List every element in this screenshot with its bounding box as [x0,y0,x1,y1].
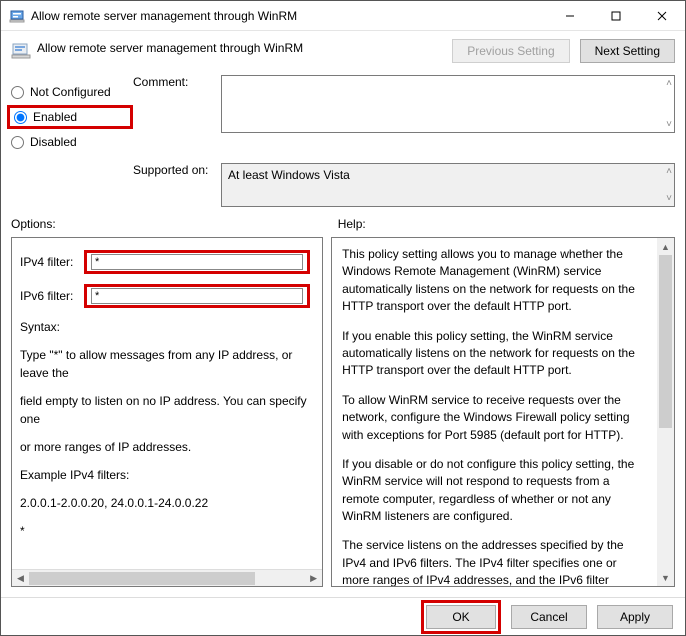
state-comment-row: Not Configured Enabled Disabled Comment:… [11,75,675,155]
scroll-up-icon[interactable]: ˄ [666,166,672,177]
scroll-down-icon[interactable]: ▼ [657,569,674,586]
ipv6-filter-value: * [91,288,303,304]
section-labels: Options: Help: [11,217,675,231]
hscroll-track[interactable] [29,570,305,587]
ipv4-filter-label: IPv4 filter: [20,253,78,271]
scroll-down-icon[interactable]: ˅ [666,193,672,204]
header-row: Allow remote server management through W… [11,39,675,63]
radio-not-configured[interactable]: Not Configured [11,79,133,105]
supported-textarea: At least Windows Vista ˄ ˅ [221,163,675,207]
close-button[interactable] [639,1,685,31]
help-pane: This policy setting allows you to manage… [331,237,675,587]
scroll-left-icon[interactable]: ◀ [12,570,29,587]
syntax-line1: Type "*" to allow messages from any IP a… [20,346,310,382]
ok-button[interactable]: OK [426,605,496,629]
ipv6-filter-row: IPv6 filter: * [20,284,310,308]
radio-disabled[interactable]: Disabled [11,129,133,155]
help-p3: To allow WinRM service to receive reques… [342,392,647,444]
radio-enabled[interactable]: Enabled [7,105,133,129]
dialog-body: Allow remote server management through W… [1,31,685,597]
apply-button[interactable]: Apply [597,605,673,629]
radio-disabled-label: Disabled [30,135,77,149]
comment-textarea[interactable]: ˄ ˅ [221,75,675,133]
panes: IPv4 filter: * IPv6 filter: * Syntax: Ty… [11,237,675,587]
scroll-down-icon[interactable]: ˅ [666,119,672,130]
comment-value [222,76,674,84]
minimize-button[interactable] [547,1,593,31]
scroll-right-icon[interactable]: ▶ [305,570,322,587]
supported-label: Supported on: [133,163,221,177]
titlebar: Allow remote server management through W… [1,1,685,31]
example-heading: Example IPv4 filters: [20,466,310,484]
syntax-line2: field empty to listen on no IP address. … [20,392,310,428]
ipv6-filter-label: IPv6 filter: [20,287,78,305]
ipv6-filter-input[interactable]: * [84,284,310,308]
example-star: * [20,522,310,540]
hscroll-thumb[interactable] [29,572,255,585]
scroll-up-icon[interactable]: ˄ [666,78,672,89]
supported-row: Supported on: At least Windows Vista ˄ ˅ [11,163,675,207]
radio-disabled-input[interactable] [11,136,24,149]
options-hscrollbar[interactable]: ◀ ▶ [12,569,322,586]
app-icon [9,8,25,24]
ok-highlight: OK [421,600,501,634]
syntax-heading: Syntax: [20,318,310,336]
help-p4: If you disable or do not configure this … [342,456,647,526]
example-value: 2.0.0.1-2.0.0.20, 24.0.0.1-24.0.0.22 [20,494,310,512]
previous-setting-button: Previous Setting [452,39,569,63]
vscroll-thumb[interactable] [659,255,672,428]
supported-value: At least Windows Vista [222,164,674,186]
comment-label: Comment: [133,75,221,89]
options-heading: Options: [11,217,330,231]
help-p1: This policy setting allows you to manage… [342,246,647,316]
radio-not-configured-label: Not Configured [30,85,111,99]
help-p2: If you enable this policy setting, the W… [342,328,647,380]
ipv4-filter-input[interactable]: * [84,250,310,274]
gpo-dialog-window: Allow remote server management through W… [0,0,686,636]
ipv4-filter-value: * [91,254,303,270]
radio-enabled-label: Enabled [33,110,77,124]
maximize-button[interactable] [593,1,639,31]
window-title: Allow remote server management through W… [31,9,547,23]
options-pane: IPv4 filter: * IPv6 filter: * Syntax: Ty… [11,237,323,587]
scroll-up-icon[interactable]: ▲ [657,238,674,255]
policy-title: Allow remote server management through W… [37,39,452,55]
help-content: This policy setting allows you to manage… [332,238,657,586]
help-p5: The service listens on the addresses spe… [342,537,647,586]
radio-not-configured-input[interactable] [11,86,24,99]
ipv4-filter-row: IPv4 filter: * [20,250,310,274]
policy-icon [11,41,31,61]
syntax-line3: or more ranges of IP addresses. [20,438,310,456]
next-setting-button[interactable]: Next Setting [580,39,675,63]
cancel-button[interactable]: Cancel [511,605,587,629]
vscroll-track[interactable] [657,255,674,569]
options-content: IPv4 filter: * IPv6 filter: * Syntax: Ty… [12,238,322,569]
help-heading: Help: [330,217,675,231]
dialog-footer: OK Cancel Apply [1,597,685,635]
radio-enabled-input[interactable] [14,111,27,124]
state-radios: Not Configured Enabled Disabled [11,75,133,155]
help-vscrollbar[interactable]: ▲ ▼ [657,238,674,586]
